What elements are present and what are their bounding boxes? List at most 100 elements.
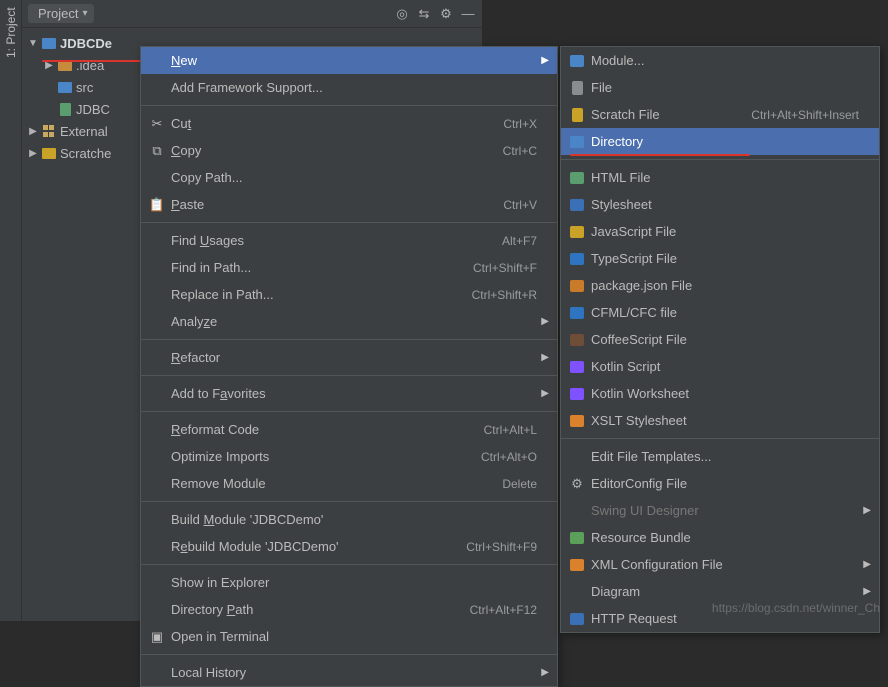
menu-reformat[interactable]: Reformat CodeCtrl+Alt+L	[141, 416, 557, 443]
menu-separator	[141, 105, 557, 106]
module-icon	[569, 53, 585, 69]
submenu-kotlin-script[interactable]: Kotlin Script	[561, 353, 879, 380]
resource-icon	[569, 530, 585, 546]
chevron-right-icon: ▶	[541, 388, 549, 399]
menu-favorites[interactable]: Add to Favorites▶	[141, 380, 557, 407]
menu-replace-in-path[interactable]: Replace in Path...Ctrl+Shift+R	[141, 281, 557, 308]
menu-paste[interactable]: 📋PasteCtrl+V	[141, 191, 557, 218]
tree-label: JDBC	[76, 102, 110, 117]
chevron-right-icon: ▶	[863, 505, 871, 516]
menu-build[interactable]: Build Module 'JDBCDemo'	[141, 506, 557, 533]
chevron-right-icon: ▶	[541, 667, 549, 678]
kotlin-icon	[569, 359, 585, 375]
menu-separator	[561, 438, 879, 439]
gear-icon: ⚙	[569, 476, 585, 492]
menu-find-in-path[interactable]: Find in Path...Ctrl+Shift+F	[141, 254, 557, 281]
menu-remove-module[interactable]: Remove ModuleDelete	[141, 470, 557, 497]
folder-icon	[569, 134, 585, 150]
submenu-js[interactable]: JavaScript File	[561, 218, 879, 245]
menu-directory-path[interactable]: Directory PathCtrl+Alt+F12	[141, 596, 557, 623]
submenu-module[interactable]: Module...	[561, 47, 879, 74]
menu-local-history[interactable]: Local History▶	[141, 659, 557, 686]
submenu-kotlin-ws[interactable]: Kotlin Worksheet	[561, 380, 879, 407]
menu-open-terminal[interactable]: ▣Open in Terminal	[141, 623, 557, 650]
tree-label: Scratche	[60, 146, 111, 161]
expand-icon[interactable]: ▶	[28, 148, 38, 159]
menu-show-explorer[interactable]: Show in Explorer	[141, 569, 557, 596]
project-tool-label: 1: Project	[4, 7, 18, 58]
xslt-icon	[569, 413, 585, 429]
menu-separator	[141, 411, 557, 412]
gear-icon[interactable]: ⚙	[438, 6, 454, 22]
chevron-right-icon: ▶	[541, 352, 549, 363]
expand-icon[interactable]: ▶	[28, 126, 38, 137]
ts-icon	[569, 251, 585, 267]
tree-label: src	[76, 80, 93, 95]
submenu-html[interactable]: HTML File	[561, 164, 879, 191]
kotlin-icon	[569, 386, 585, 402]
cfml-icon	[569, 305, 585, 321]
coffee-icon	[569, 332, 585, 348]
menu-new[interactable]: New▶	[141, 47, 557, 74]
menu-analyze[interactable]: Analyze▶	[141, 308, 557, 335]
submenu-cfml[interactable]: CFML/CFC file	[561, 299, 879, 326]
chevron-down-icon: ▾	[82, 8, 87, 19]
submenu-editorconfig[interactable]: ⚙EditorConfig File	[561, 470, 879, 497]
submenu-file[interactable]: File	[561, 74, 879, 101]
submenu-xslt[interactable]: XSLT Stylesheet	[561, 407, 879, 434]
minimize-icon[interactable]: —	[460, 6, 476, 22]
json-icon	[569, 278, 585, 294]
project-title: Project	[38, 6, 78, 21]
submenu-stylesheet[interactable]: Stylesheet	[561, 191, 879, 218]
scratch-icon	[41, 146, 57, 160]
scratch-icon	[569, 107, 585, 123]
menu-find-usages[interactable]: Find UsagesAlt+F7	[141, 227, 557, 254]
folder-icon	[57, 80, 73, 94]
api-icon	[569, 611, 585, 627]
project-view-selector[interactable]: Project ▾	[28, 4, 94, 23]
submenu-coffee[interactable]: CoffeeScript File	[561, 326, 879, 353]
menu-add-framework[interactable]: Add Framework Support...	[141, 74, 557, 101]
tree-label: External	[60, 124, 108, 139]
xml-icon	[569, 557, 585, 573]
menu-optimize[interactable]: Optimize ImportsCtrl+Alt+O	[141, 443, 557, 470]
html-icon	[569, 170, 585, 186]
submenu-directory[interactable]: Directory	[561, 128, 879, 155]
copy-icon: ⧉	[149, 143, 165, 159]
submenu-xml-config[interactable]: XML Configuration File▶	[561, 551, 879, 578]
menu-separator	[141, 564, 557, 565]
menu-separator	[141, 501, 557, 502]
panel-header: Project ▾ ◎ ⇆ ⚙ —	[22, 0, 482, 28]
submenu-resource-bundle[interactable]: Resource Bundle	[561, 524, 879, 551]
paste-icon: 📋	[149, 197, 165, 213]
target-icon[interactable]: ◎	[394, 6, 410, 22]
collapse-icon[interactable]: ⇆	[416, 6, 432, 22]
menu-copy-path[interactable]: Copy Path...	[141, 164, 557, 191]
annotation-underline	[570, 154, 750, 156]
submenu-ts[interactable]: TypeScript File	[561, 245, 879, 272]
file-icon	[569, 80, 585, 96]
menu-cut[interactable]: ✂CutCtrl+X	[141, 110, 557, 137]
cut-icon: ✂	[149, 116, 165, 132]
menu-separator	[141, 222, 557, 223]
chevron-right-icon: ▶	[541, 55, 549, 66]
menu-copy[interactable]: ⧉CopyCtrl+C	[141, 137, 557, 164]
file-icon	[57, 102, 73, 116]
new-submenu: Module... File Scratch FileCtrl+Alt+Shif…	[560, 46, 880, 633]
watermark: https://blog.csdn.net/winner_Ch	[712, 601, 880, 615]
terminal-icon: ▣	[149, 629, 165, 645]
submenu-scratch[interactable]: Scratch FileCtrl+Alt+Shift+Insert	[561, 101, 879, 128]
menu-refactor[interactable]: Refactor▶	[141, 344, 557, 371]
lib-icon	[41, 124, 57, 138]
module-icon	[41, 36, 57, 50]
chevron-right-icon: ▶	[541, 316, 549, 327]
menu-rebuild[interactable]: Rebuild Module 'JDBCDemo'Ctrl+Shift+F9	[141, 533, 557, 560]
submenu-edit-templates[interactable]: Edit File Templates...	[561, 443, 879, 470]
expand-icon[interactable]: ▼	[28, 38, 38, 49]
tree-label: JDBCDe	[60, 36, 112, 51]
chevron-right-icon: ▶	[863, 559, 871, 570]
project-tool-tab[interactable]: 1: Project	[0, 0, 22, 621]
submenu-pkgjson[interactable]: package.json File	[561, 272, 879, 299]
css-icon	[569, 197, 585, 213]
submenu-swing[interactable]: Swing UI Designer▶	[561, 497, 879, 524]
